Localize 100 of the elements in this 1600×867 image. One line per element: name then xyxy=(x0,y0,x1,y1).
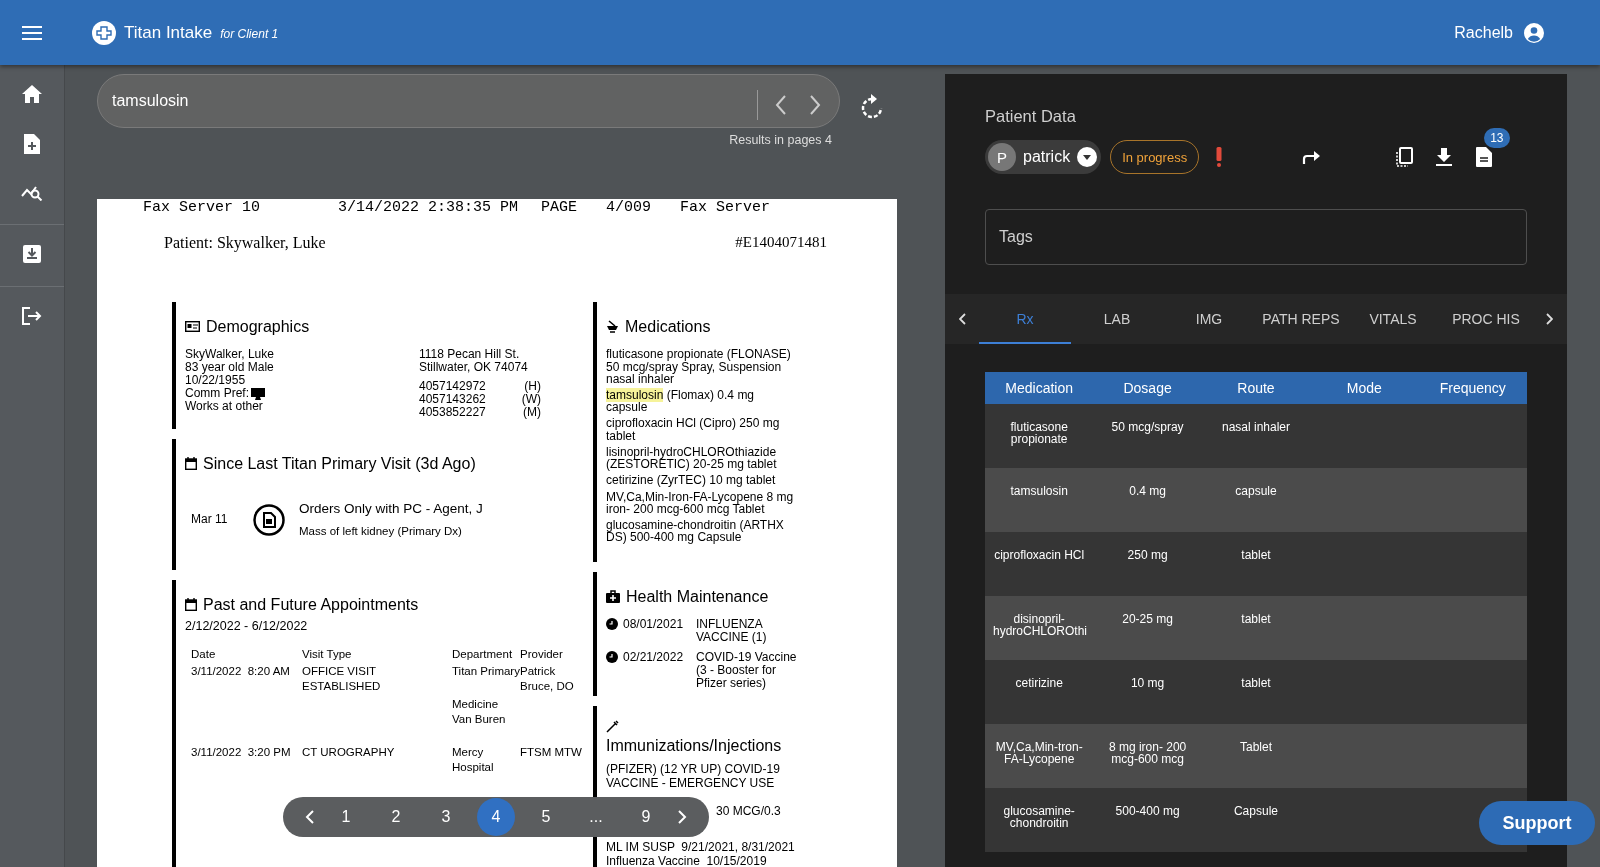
search-field[interactable]: tamsulosin xyxy=(97,74,840,128)
column-header: Visit Type xyxy=(302,647,353,661)
maintenance-date: 08/01/2021 xyxy=(623,618,685,632)
tab[interactable]: PATH REPS xyxy=(1255,294,1347,344)
tab[interactable]: IMG xyxy=(1163,294,1255,344)
table-cell: cetirizine xyxy=(1015,676,1063,690)
page-button[interactable]: 9 xyxy=(627,798,665,836)
app-title: Titan Intake xyxy=(124,22,213,43)
tab[interactable]: VITALS xyxy=(1347,294,1439,344)
clock-icon xyxy=(606,651,618,664)
column-header: Mode xyxy=(1345,380,1383,396)
next-page-icon[interactable] xyxy=(677,809,687,825)
table-cell: 0.4 mg xyxy=(1129,484,1166,498)
tab[interactable]: LAB xyxy=(1071,294,1163,344)
record-number: #E1404071481 xyxy=(735,234,827,252)
assignee-chip[interactable]: P patrick xyxy=(985,140,1102,174)
user-name[interactable]: Rachelb xyxy=(1454,23,1513,42)
account-icon[interactable] xyxy=(1523,21,1545,44)
logout-icon[interactable] xyxy=(22,307,42,325)
document-icon[interactable] xyxy=(1476,147,1493,167)
forward-icon[interactable] xyxy=(1302,150,1321,164)
previous-page-icon[interactable] xyxy=(305,809,315,825)
section-title: Medications xyxy=(625,318,711,336)
column-header: Medication xyxy=(1004,380,1075,396)
calendar-icon xyxy=(185,457,197,471)
table-row[interactable]: disinopril-hydroCHLOROthi 20-25 mg tablet xyxy=(985,596,1527,660)
page-button[interactable]: 5 xyxy=(527,798,565,836)
monitor-icon xyxy=(251,387,265,400)
visit-order: Orders Only with PC - Agent, J xyxy=(299,502,483,517)
table-cell: MV,Ca,Min-tron-FA-Lycopene xyxy=(995,740,1083,767)
download-icon[interactable] xyxy=(1436,148,1453,166)
dropdown-icon[interactable] xyxy=(1077,147,1098,167)
column-header: Department xyxy=(452,647,514,661)
table-row[interactable]: fluticasone propionate 50 mcg/spray nasal inhaler xyxy=(985,404,1527,468)
scroll-right-icon[interactable] xyxy=(1545,313,1553,325)
table-row[interactable]: ciprofloxacin HCl 250 mg tablet xyxy=(985,532,1527,596)
table-cell: fluticasone propionate xyxy=(1010,420,1068,447)
table-cell: 10 mg xyxy=(1130,676,1165,690)
panel-title: Patient Data xyxy=(985,107,1077,126)
demographic-text: 83 year old Male xyxy=(185,361,274,375)
table-cell: 50 mcg/spray xyxy=(1111,420,1184,434)
file-add-icon[interactable] xyxy=(24,134,40,154)
table-cell: 250 mg xyxy=(1127,548,1168,562)
table-cell: 8 mg iron- 200 mcg-600 mcg xyxy=(1108,740,1187,767)
copy-icon[interactable] xyxy=(1395,147,1414,167)
visit-date: Mar 11 xyxy=(190,513,229,527)
scroll-left-icon[interactable] xyxy=(959,313,967,325)
page-button[interactable]: 1 xyxy=(327,798,365,836)
table-cell: nasal inhaler xyxy=(1221,420,1290,434)
phone-type: (M) xyxy=(523,406,541,420)
calendar-icon xyxy=(185,598,197,612)
alert-icon[interactable] xyxy=(1216,147,1223,167)
date-range: 2/12/2022 - 6/12/2022 xyxy=(185,620,309,634)
patient-name: Patient: Skywalker, Luke xyxy=(164,234,326,254)
medication-text: ciprofloxacin HCl (Cipro) 250 mg tablet xyxy=(606,417,781,442)
visit-diagnosis: Mass of left kidney (Primary Dx) xyxy=(299,524,463,538)
medication-text: glucosamine-chondroitin (ARTHX DS) 500-400 mg Capsule xyxy=(606,519,785,544)
page-button[interactable]: ... xyxy=(577,798,615,836)
maintenance-date: 02/21/2022 xyxy=(623,651,685,665)
support-button[interactable]: Support xyxy=(1479,801,1595,845)
next-result-icon[interactable] xyxy=(808,94,822,116)
column-header: Dosage xyxy=(1122,380,1173,396)
table-row[interactable]: MV,Ca,Min-tron-FA-Lycopene 8 mg iron- 200 mcg-600 mcg Tablet xyxy=(985,724,1527,788)
table-cell: tablet xyxy=(1241,676,1271,690)
fax-header-text: 4/009 xyxy=(606,199,652,217)
phone-type: (W) xyxy=(521,393,541,407)
tab[interactable]: PROC HIS xyxy=(1439,294,1533,344)
fax-header-text: Fax Server 10 xyxy=(143,199,262,217)
phone-number: 4053852227 xyxy=(419,406,486,420)
home-icon[interactable] xyxy=(22,85,42,103)
demographic-text: Comm Pref: xyxy=(185,387,249,401)
immunization-text: VACCINE - EMERGENCY USE xyxy=(606,776,776,791)
phone-number: 4057142972 xyxy=(419,380,486,394)
demographic-text: 10/22/1955 xyxy=(185,374,246,388)
page-button[interactable]: 3 xyxy=(427,798,465,836)
immunization-text: ML IM SUSP 9/21/2021, 8/31/2021 xyxy=(606,840,796,855)
section-title: Since Last Titan Primary Visit (3d Ago) xyxy=(203,455,476,473)
fax-header-text: Fax Server xyxy=(680,199,770,217)
immunization-text: Influenza Vaccine 10/15/2019 xyxy=(606,854,768,867)
logo-icon xyxy=(92,20,116,45)
table-row[interactable]: tamsulosin 0.4 mg capsule xyxy=(985,468,1527,532)
mortar-icon xyxy=(606,320,619,334)
fax-header-text: 3/14/2022 2:38:35 PM xyxy=(338,199,520,217)
results-text: Results in pages 4 xyxy=(728,132,832,149)
refresh-icon[interactable] xyxy=(860,94,884,120)
page-button[interactable]: 4 xyxy=(477,798,515,836)
tab[interactable]: Rx xyxy=(979,294,1071,344)
table-cell: tablet xyxy=(1241,612,1271,626)
table-row[interactable]: cetirizine 10 mg tablet xyxy=(985,660,1527,724)
medication-text: fluticasone propionate (FLONASE) 50 mcg/spray Spray, Suspension nasal inhaler xyxy=(606,348,792,385)
menu-icon[interactable] xyxy=(22,25,42,40)
download-box-icon[interactable] xyxy=(23,245,41,263)
count-badge: 13 xyxy=(1484,128,1510,148)
table-cell: 20-25 mg xyxy=(1122,612,1173,626)
table-cell: Tablet xyxy=(1239,740,1272,754)
medication-text: cetirizine (ZyrTEC) 10 mg tablet xyxy=(606,474,777,487)
page-button[interactable]: 2 xyxy=(377,798,415,836)
appointment-date: 3/11/2022 8:20 AM xyxy=(191,664,291,680)
tags-field[interactable]: Tags xyxy=(985,209,1527,265)
previous-result-icon[interactable] xyxy=(774,94,788,116)
